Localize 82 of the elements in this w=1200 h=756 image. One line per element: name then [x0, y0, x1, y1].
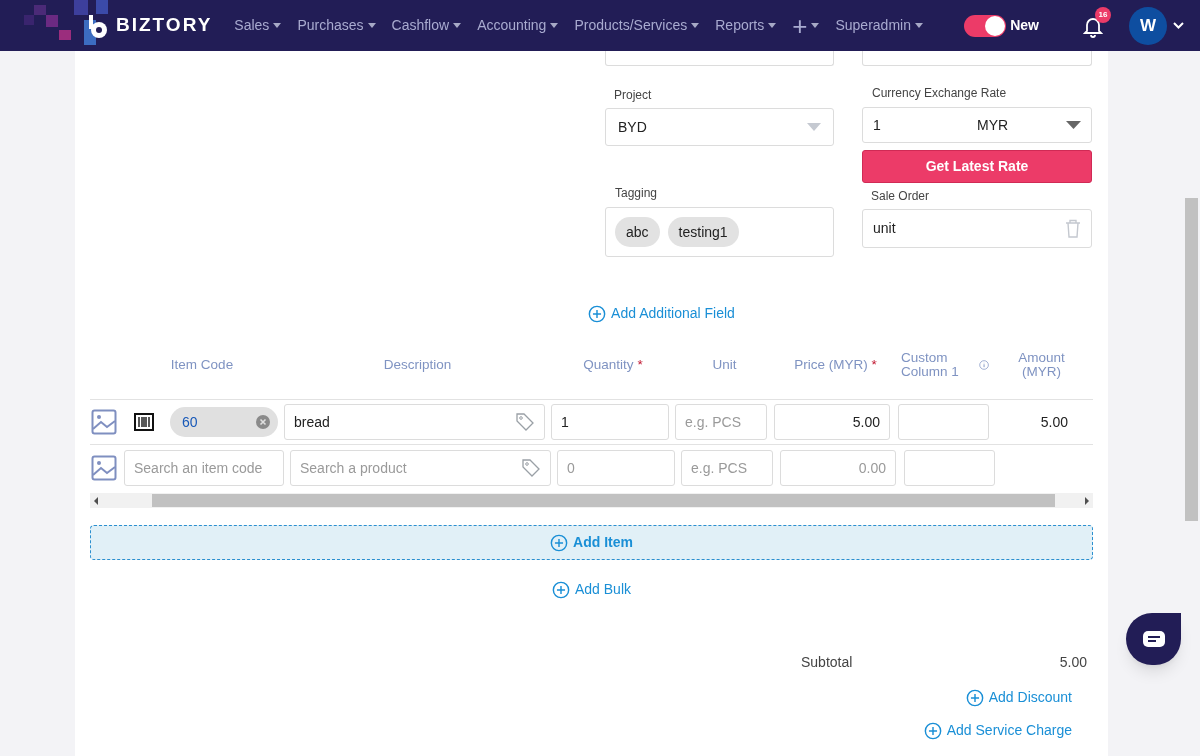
price-field[interactable]: 5.00 — [774, 404, 890, 440]
add-bulk-link[interactable]: Add Bulk — [551, 579, 631, 600]
quantity-field[interactable]: 1 — [551, 404, 669, 440]
column-header: Description — [383, 358, 452, 372]
column-header: Item Code — [170, 358, 234, 372]
project-dropdown[interactable]: BYD — [605, 108, 834, 146]
trash-icon[interactable] — [1065, 219, 1081, 238]
field-label: Tagging — [615, 185, 659, 202]
image-icon[interactable] — [91, 409, 117, 435]
caret-icon — [691, 23, 700, 28]
dropdown-arrow-icon — [1066, 121, 1081, 129]
vertical-scrollbar[interactable] — [1185, 198, 1198, 521]
price-field[interactable]: 0.00 — [780, 450, 896, 486]
caret-icon — [550, 23, 559, 28]
caret-icon — [453, 23, 462, 28]
unit-input[interactable]: e.g. PCS — [675, 404, 767, 440]
user-avatar[interactable]: W — [1129, 6, 1167, 45]
tag-icon — [521, 458, 541, 478]
field-label: Currency Exchange Rate — [872, 85, 1008, 102]
plus-circle-icon — [965, 688, 984, 707]
add-service-charge-link[interactable]: Add Service Charge — [923, 720, 1072, 741]
column-header: Quantity * — [583, 358, 643, 372]
plus-circle-icon — [550, 533, 569, 552]
notification-badge: 16 — [1095, 6, 1111, 23]
field-label: Project — [614, 87, 653, 104]
barcode-icon[interactable] — [134, 413, 154, 431]
chat-button[interactable] — [1126, 613, 1181, 665]
caret-icon — [811, 23, 820, 28]
sale-order-field[interactable]: unit — [862, 209, 1092, 248]
clear-icon[interactable] — [256, 415, 270, 429]
unit-input[interactable]: e.g. PCS — [681, 450, 773, 486]
nav-menu-item[interactable]: Products/Services — [574, 15, 700, 36]
new-toggle[interactable] — [964, 14, 1007, 37]
caret-icon — [914, 23, 923, 28]
brand-name: BIZTORY — [116, 13, 213, 38]
nav-menu-item[interactable]: Sales — [234, 15, 282, 36]
tag-chip[interactable]: testing1 — [667, 217, 739, 247]
column-header: Unit — [712, 358, 737, 372]
custom-column-field[interactable] — [898, 404, 989, 440]
input-field[interactable] — [605, 51, 834, 66]
amount-text: 5.00 — [1040, 412, 1068, 432]
toggle-label: New — [1010, 16, 1039, 35]
add-discount-link[interactable]: Add Discount — [965, 687, 1072, 708]
dropdown-arrow-icon — [807, 123, 821, 131]
quantity-field[interactable]: 0 — [557, 450, 675, 486]
column-header: Custom Column 1 — [901, 351, 960, 379]
input-field[interactable] — [862, 51, 1092, 66]
item-code-chip[interactable]: 60 — [170, 407, 278, 437]
notification-bell-icon[interactable] — [1083, 15, 1103, 38]
tag-chip[interactable]: abc — [615, 217, 660, 247]
column-header: Price (MYR) * — [794, 358, 877, 372]
info-icon[interactable] — [978, 358, 989, 372]
subtotal-label: Subtotal — [801, 653, 853, 672]
add-additional-field-link[interactable]: Add Additional Field — [588, 303, 735, 324]
nav-menu-item[interactable]: Superadmin — [835, 15, 923, 36]
logo-icon — [86, 12, 110, 39]
caret-icon — [367, 23, 376, 28]
custom-column-field[interactable] — [904, 450, 995, 486]
tagging-field[interactable]: abc testing1 — [605, 207, 834, 257]
plus-circle-icon — [551, 580, 570, 599]
horizontal-scrollbar[interactable] — [90, 493, 1093, 508]
get-latest-rate-button[interactable]: Get Latest Rate — [862, 150, 1092, 183]
plus-circle-icon — [588, 304, 607, 323]
item-code-field[interactable]: Search an item code — [124, 450, 284, 486]
currency-dropdown[interactable]: MYR — [977, 114, 1009, 136]
caret-icon — [273, 23, 282, 28]
plus-circle-icon — [923, 721, 942, 740]
nav-menu-item[interactable]: Accounting — [477, 15, 559, 36]
chevron-down-icon[interactable] — [1173, 22, 1184, 29]
chat-icon — [1142, 631, 1165, 647]
exchange-rate-field[interactable]: 1 MYR — [862, 107, 1092, 143]
field-label: Sale Order — [871, 188, 931, 205]
caret-icon — [768, 23, 777, 28]
tag-icon — [515, 412, 535, 432]
image-icon[interactable] — [91, 455, 117, 481]
subtotal-value: 5.00 — [1059, 653, 1087, 672]
nav-menu-item[interactable]: Purchases — [297, 15, 376, 36]
nav-menu-item[interactable]: + — [792, 12, 820, 39]
nav-menu-item[interactable]: Reports — [715, 15, 777, 36]
nav-menu-item[interactable]: Cashflow — [391, 15, 462, 36]
column-header: Amount (MYR) — [1017, 351, 1066, 379]
description-field[interactable]: bread — [284, 404, 545, 440]
